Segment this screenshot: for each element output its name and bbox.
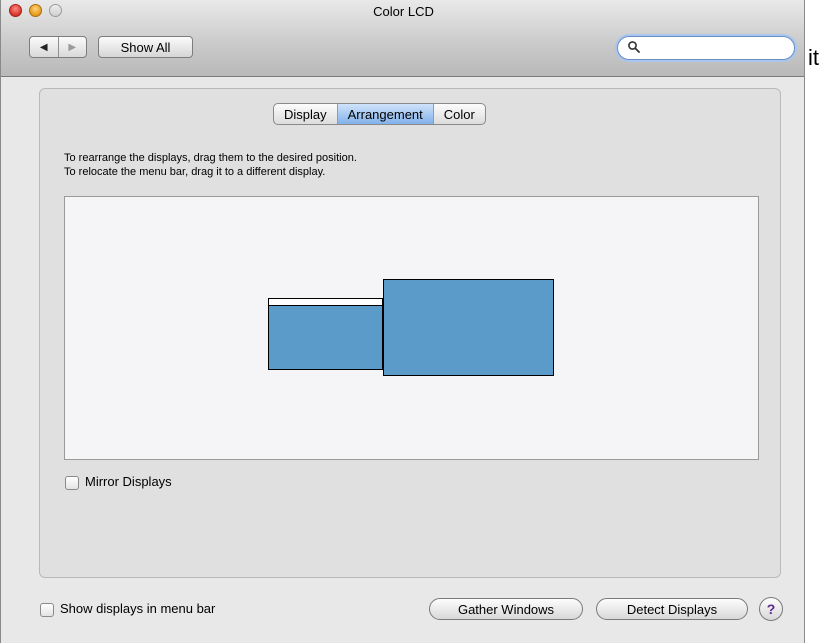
- secondary-display[interactable]: [268, 305, 383, 370]
- tab-bar: Display Arrangement Color: [273, 103, 486, 125]
- forward-arrow-icon: ▶: [68, 41, 77, 53]
- tab-arrangement[interactable]: Arrangement: [337, 104, 434, 124]
- tab-color[interactable]: Color: [434, 104, 485, 124]
- primary-display[interactable]: [383, 279, 554, 376]
- title-bar: Color LCD ◀ ▶ Show All: [1, 0, 804, 77]
- show-displays-menubar-checkbox[interactable]: [40, 603, 54, 617]
- instruction-line-1: To rearrange the displays, drag them to …: [64, 152, 357, 164]
- detect-displays-button[interactable]: Detect Displays: [596, 598, 748, 620]
- preferences-window: Color LCD ◀ ▶ Show All Display Arrangeme…: [0, 0, 805, 643]
- arrangement-instructions: To rearrange the displays, drag them to …: [64, 151, 357, 179]
- help-button[interactable]: ?: [759, 597, 783, 621]
- show-displays-menubar-label: Show displays in menu bar: [60, 601, 216, 616]
- show-all-button[interactable]: Show All: [98, 36, 193, 58]
- menu-bar-indicator[interactable]: [268, 298, 383, 306]
- back-arrow-icon: ◀: [39, 41, 48, 53]
- back-button[interactable]: ◀: [30, 37, 59, 57]
- search-input[interactable]: [644, 40, 788, 58]
- forward-button[interactable]: ▶: [59, 37, 87, 57]
- window-title: Color LCD: [373, 4, 434, 19]
- tab-display[interactable]: Display: [274, 104, 338, 124]
- mirror-displays-label: Mirror Displays: [85, 474, 172, 489]
- help-icon: ?: [766, 601, 776, 617]
- clipped-text: it: [808, 45, 819, 70]
- history-nav-control: ◀ ▶: [29, 36, 87, 58]
- search-icon: [628, 41, 640, 53]
- gather-windows-button[interactable]: Gather Windows: [429, 598, 583, 620]
- instruction-line-2: To relocate the menu bar, drag it to a d…: [64, 166, 326, 178]
- mirror-displays-checkbox[interactable]: [65, 476, 79, 490]
- search-field[interactable]: [617, 36, 795, 60]
